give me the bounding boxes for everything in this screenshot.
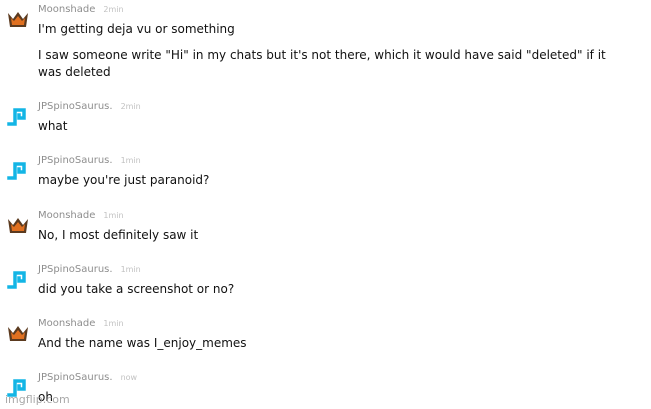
message-text: And the name was I_enjoy_memes (38, 336, 247, 350)
message-text: maybe you're just paranoid? (38, 173, 210, 187)
chat-message: Moonshade 1min And the name was I_enjoy_m… (0, 318, 651, 354)
username[interactable]: Moonshade (38, 318, 95, 329)
crown-icon (8, 218, 28, 233)
message-header: JPSpinoSaurus. 1min (38, 155, 141, 167)
username[interactable]: Moonshade (38, 4, 95, 15)
blue-spiral-icon (7, 162, 26, 180)
message-text: did you take a screenshot or no? (38, 282, 235, 296)
message-header: Moonshade 1min (38, 318, 124, 330)
chat-message: Moonshade 1min No, I most definitely saw … (0, 210, 651, 246)
blue-spiral-icon (7, 108, 26, 126)
message-text: I'm getting deja vu or something (38, 22, 235, 36)
message-header: JPSpinoSaurus. 2min (38, 101, 141, 113)
timestamp: 2min (120, 102, 141, 111)
chat-message: JPSpinoSaurus. 1min maybe you're just par… (0, 155, 651, 191)
chat-message: JPSpinoSaurus. 2min what (0, 101, 651, 137)
username[interactable]: JPSpinoSaurus. (38, 101, 113, 112)
chat-message: JPSpinoSaurus. 1min did you take a screen… (0, 264, 651, 300)
crown-icon (8, 326, 28, 341)
timestamp: 1min (103, 319, 124, 328)
timestamp: 1min (120, 156, 141, 165)
chat-message: Moonshade 2min I'm getting deja vu or som… (0, 4, 651, 80)
message-header: Moonshade 2min (38, 4, 124, 16)
message-header: Moonshade 1min (38, 210, 124, 222)
chat-transcript: Moonshade 2min I'm getting deja vu or som… (0, 0, 651, 409)
username[interactable]: JPSpinoSaurus. (38, 264, 113, 275)
message-header: JPSpinoSaurus. now (38, 372, 137, 384)
message-text: No, I most definitely saw it (38, 228, 199, 242)
message-text: what (38, 119, 68, 133)
username[interactable]: Moonshade (38, 210, 95, 221)
imgflip-watermark: imgflip.com (5, 393, 70, 406)
blue-spiral-icon (7, 271, 26, 289)
timestamp: 1min (103, 211, 124, 220)
timestamp: 2min (103, 5, 124, 14)
username[interactable]: JPSpinoSaurus. (38, 372, 113, 383)
timestamp: now (120, 373, 138, 382)
message-text: was deleted (38, 65, 111, 79)
timestamp: 1min (120, 265, 141, 274)
crown-icon (8, 12, 28, 27)
message-header: JPSpinoSaurus. 1min (38, 264, 141, 276)
username[interactable]: JPSpinoSaurus. (38, 155, 113, 166)
chat-message: JPSpinoSaurus. now oh (0, 372, 651, 408)
message-text: I saw someone write "Hi" in my chats but… (38, 48, 606, 62)
